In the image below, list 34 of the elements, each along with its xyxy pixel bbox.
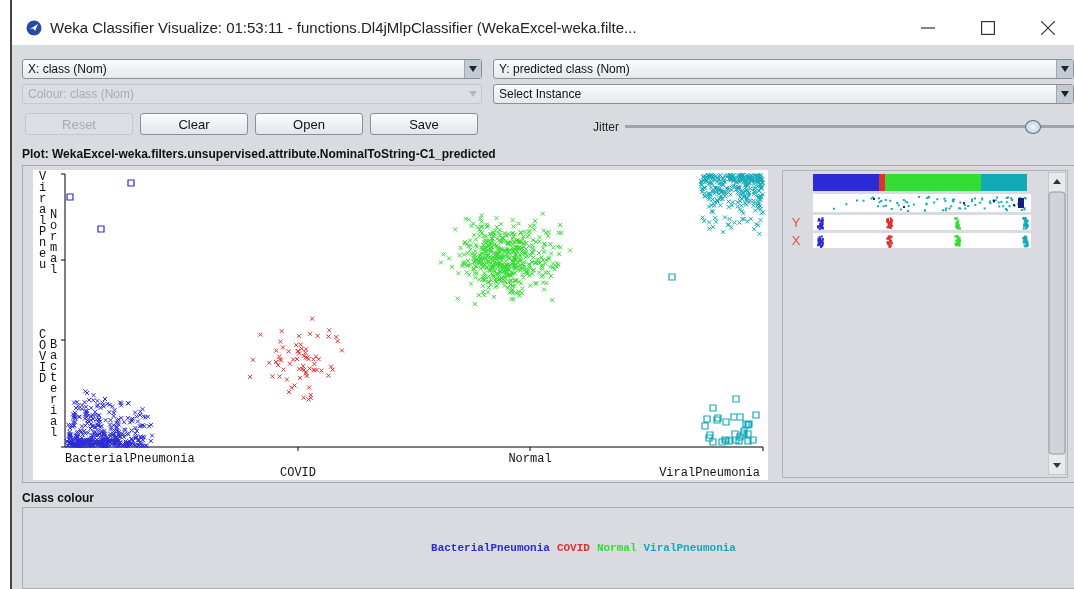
x-axis-dropdown[interactable]: X: class (Nom) (22, 59, 482, 79)
axis-letter: Y (790, 215, 802, 230)
bird-logo-icon (26, 19, 42, 36)
attribute-strip-drawing[interactable] (813, 233, 1031, 248)
maximize-icon[interactable] (981, 20, 995, 35)
class-legend-label: COVID (556, 542, 590, 554)
toolbar-button[interactable]: Clear (140, 113, 248, 135)
close-icon[interactable] (1041, 20, 1055, 35)
y-axis-label: ViralPneu (39, 172, 48, 271)
class-legend-label: BacterialPneumonia (431, 542, 550, 554)
caret-icon (1056, 60, 1073, 78)
axis-letter: X (790, 233, 802, 248)
x-axis-label: BacterialPneumonia (65, 452, 195, 466)
window-title: Weka Classifier Visualize: 01:53:11 - functions.Dl4jMlpClassifier (WekaExcel-weka.filte... (50, 19, 637, 36)
caret-icon (1056, 85, 1073, 103)
class-legend-label: Normal (596, 542, 637, 554)
y-axis-label: COVID (39, 330, 48, 385)
y-axis-label: Bacterial (50, 340, 59, 439)
toolbar-button[interactable]: Save (370, 113, 478, 135)
x-axis-label: ViralPneumonia (659, 466, 760, 480)
class-legend-label: ViralPneumonia (643, 542, 736, 554)
select-instance-dropdown[interactable]: Select Instance (493, 84, 1074, 104)
attribute-strip-drawing[interactable] (813, 215, 1031, 230)
x-axis-label: Normal (508, 452, 552, 466)
slider-thumb[interactable] (1024, 120, 1041, 134)
caret-icon (464, 60, 481, 78)
class-colour-heading: Class colour (22, 491, 96, 505)
jitter-label: Jitter (593, 120, 619, 134)
y-axis-dropdown[interactable]: Y: predicted class (Nom) (493, 59, 1074, 79)
y-axis-label: Normal (50, 210, 59, 276)
toolbar-button[interactable]: Open (255, 113, 363, 135)
x-axis-label: COVID (280, 466, 316, 480)
scrollbar[interactable] (1048, 172, 1066, 475)
plot-title: Plot: WekaExcel-weka.filters.unsupervised.attribute.NominalToString-C1_predicted (22, 147, 497, 161)
